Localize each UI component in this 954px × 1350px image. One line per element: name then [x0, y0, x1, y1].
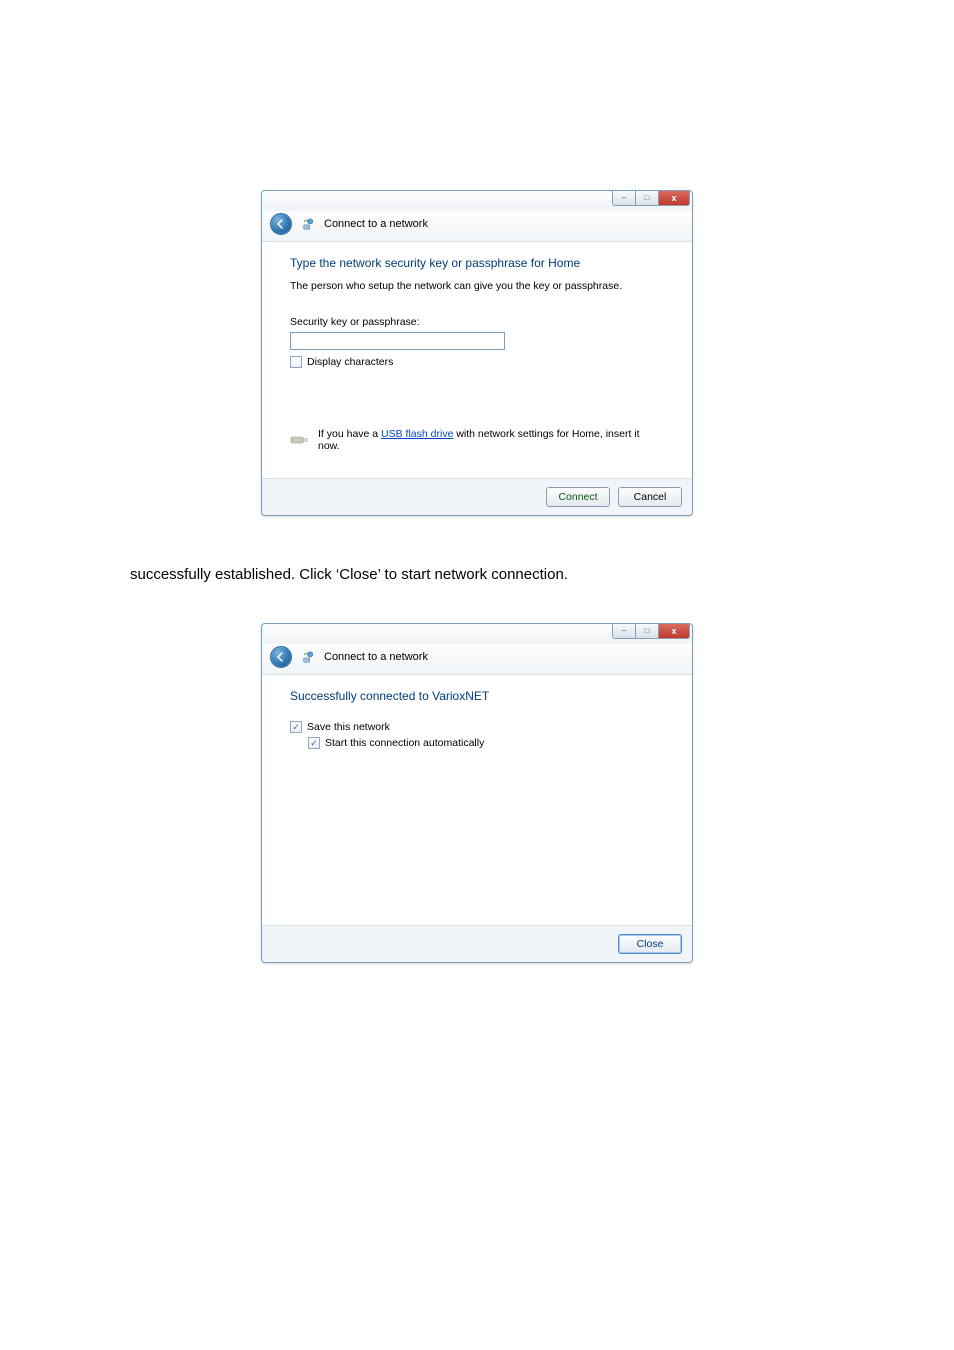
window-controls: – □ x	[612, 624, 690, 639]
auto-start-checkbox[interactable]	[308, 737, 320, 749]
dialog-body: Successfully connected to VarioxNET Save…	[262, 675, 692, 907]
network-icon	[300, 649, 316, 665]
minimize-icon: –	[622, 194, 626, 202]
close-icon: x	[671, 194, 676, 202]
save-network-label: Save this network	[307, 721, 390, 733]
maximize-icon: □	[645, 627, 650, 635]
passphrase-field: Security key or passphrase: Display char…	[290, 316, 664, 368]
back-arrow-icon	[276, 219, 286, 229]
success-heading: Successfully connected to VarioxNET	[290, 689, 664, 703]
display-characters-checkbox[interactable]	[290, 356, 302, 368]
save-network-checkbox[interactable]	[290, 721, 302, 733]
usb-hint-row: If you have a USB flash drive with netwo…	[290, 428, 664, 452]
maximize-button[interactable]: □	[636, 624, 659, 639]
dialog-footer: Connect Cancel	[262, 478, 692, 515]
dialog-success: – □ x	[261, 623, 693, 963]
maximize-button[interactable]: □	[636, 191, 659, 206]
connect-button[interactable]: Connect	[546, 487, 610, 507]
network-icon	[300, 216, 316, 232]
close-button[interactable]: x	[659, 624, 690, 639]
instruction-heading: Type the network security key or passphr…	[290, 256, 664, 270]
titlebar[interactable]: – □ x	[262, 624, 692, 644]
display-characters-label: Display characters	[307, 356, 393, 368]
maximize-icon: □	[645, 194, 650, 202]
titlebar[interactable]: – □ x	[262, 191, 692, 211]
usb-text-pre: If you have a	[318, 428, 381, 440]
save-network-row: Save this network	[290, 721, 664, 733]
auto-start-label: Start this connection automatically	[325, 737, 484, 749]
close-icon: x	[671, 627, 676, 635]
dialog-title: Connect to a network	[324, 651, 428, 663]
instruction-subtext: The person who setup the network can giv…	[290, 280, 664, 292]
cancel-button[interactable]: Cancel	[618, 487, 682, 507]
dialog-title: Connect to a network	[324, 218, 428, 230]
usb-drive-icon	[290, 433, 310, 447]
minimize-button[interactable]: –	[612, 191, 636, 206]
minimize-icon: –	[622, 627, 626, 635]
back-button[interactable]	[270, 213, 292, 235]
dialog-body: Type the network security key or passphr…	[262, 242, 692, 460]
dialog-passphrase: – □ x	[261, 190, 693, 516]
auto-start-row: Start this connection automatically	[308, 737, 664, 749]
close-button[interactable]: x	[659, 191, 690, 206]
header-row: Connect to a network	[262, 211, 692, 242]
passphrase-input[interactable]	[290, 332, 505, 350]
display-characters-row: Display characters	[290, 356, 664, 368]
header-row: Connect to a network	[262, 644, 692, 675]
usb-flash-drive-link[interactable]: USB flash drive	[381, 428, 453, 440]
back-button[interactable]	[270, 646, 292, 668]
close-dialog-button[interactable]: Close	[618, 934, 682, 954]
minimize-button[interactable]: –	[612, 624, 636, 639]
caption-text: successfully established. Click ‘Close’ …	[130, 566, 830, 583]
window-controls: – □ x	[612, 191, 690, 206]
back-arrow-icon	[276, 652, 286, 662]
passphrase-label: Security key or passphrase:	[290, 316, 664, 328]
dialog-footer: Close	[262, 925, 692, 962]
usb-hint-text: If you have a USB flash drive with netwo…	[318, 428, 664, 452]
